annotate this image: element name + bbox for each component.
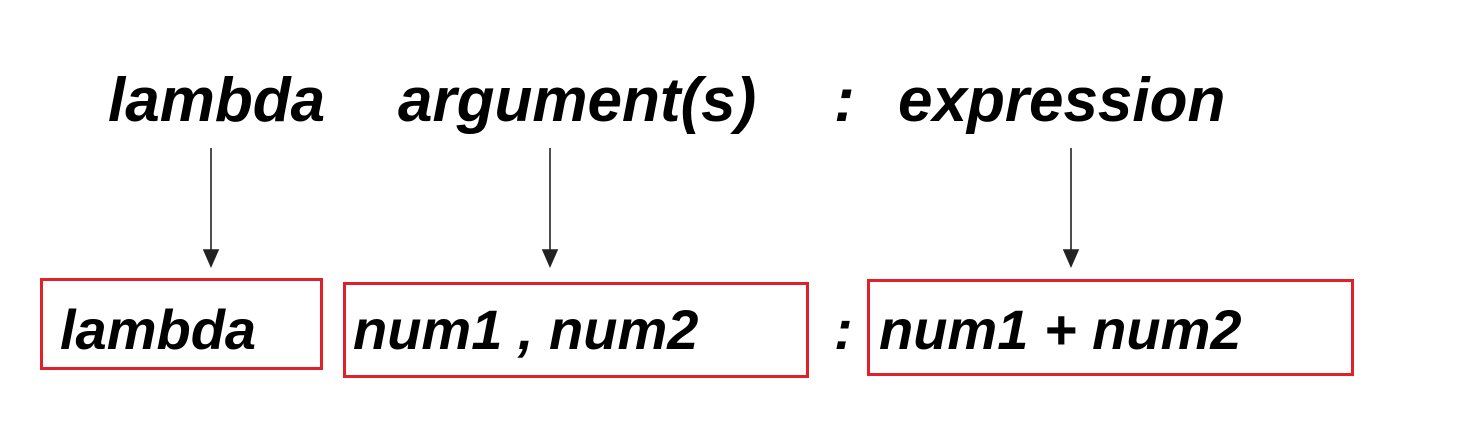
lambda-syntax-diagram: lambda argument(s) : expression lambda n… xyxy=(0,0,1475,435)
arrow-keyword-head xyxy=(202,249,220,268)
example-colon: : xyxy=(834,298,853,361)
example-expression: num1 + num2 xyxy=(879,298,1242,361)
arrow-expression-head xyxy=(1062,249,1080,268)
example-keyword: lambda xyxy=(60,298,257,361)
arrow-arguments-head xyxy=(541,249,559,268)
example-arguments: num1 , num2 xyxy=(353,298,699,361)
